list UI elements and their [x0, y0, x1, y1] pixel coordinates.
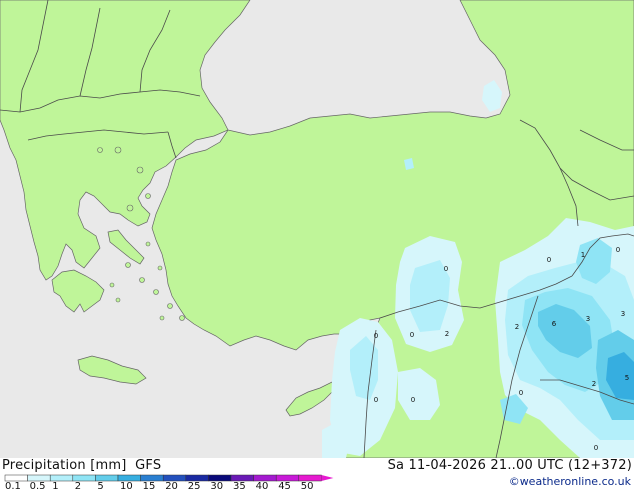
- precip-value-marker: 0: [374, 396, 378, 404]
- precip-value-marker: 6: [552, 320, 557, 328]
- legend-label: 20: [165, 481, 178, 490]
- precip-value-marker: 3: [586, 315, 590, 323]
- precip-value-marker: 0: [547, 256, 551, 264]
- legend-label: 25: [188, 481, 201, 490]
- precip-value-marker: 0: [444, 265, 448, 273]
- precip-value-marker: 0: [411, 396, 415, 404]
- legend-label: 10: [120, 481, 133, 490]
- precip-value-marker: 2: [592, 380, 596, 388]
- precip-value-marker: 0: [616, 246, 620, 254]
- legend-label: 30: [210, 481, 223, 490]
- credit-link[interactable]: ©weatheronline.co.uk: [509, 475, 631, 488]
- precip-value-marker: 0: [594, 444, 598, 452]
- precip-value-marker: 2: [445, 330, 449, 338]
- legend-label: 50: [301, 481, 314, 490]
- legend-labels: 0.1 0.5 1 2 5 10 15 20 25 30 35 40 45 50: [5, 481, 314, 490]
- legend-label: 15: [143, 481, 156, 490]
- precip-value-marker: 2: [515, 323, 519, 331]
- precip-value-marker: 0: [374, 332, 378, 340]
- precip-value-marker: 0: [519, 389, 523, 397]
- legend-label: 0.1: [5, 481, 21, 490]
- legend-label: 1: [52, 481, 58, 490]
- legend-label: 40: [256, 481, 269, 490]
- legend-label: 0.5: [30, 481, 46, 490]
- run-info: Sa 11-04-2026 21..00 UTC (12+372): [387, 458, 632, 473]
- precip-value-marker: 1: [581, 251, 585, 259]
- precip-value-marker: 3: [621, 310, 625, 318]
- legend-overflow-arrow: [321, 475, 334, 481]
- legend-label: 5: [97, 481, 103, 490]
- precipitation-legend: 0.1 0.5 1 2 5 10 15 20 25 30 35 40 45 50: [4, 474, 334, 490]
- legend-label: 45: [278, 481, 291, 490]
- legend-label: 35: [233, 481, 246, 490]
- precipitation-map: 0 0 1 0 0 2 0 2 6 3 3 0 0 0 2 5 0: [0, 0, 634, 459]
- precip-value-marker: 0: [410, 331, 414, 339]
- legend-label: 2: [75, 481, 81, 490]
- precip-value-marker: 5: [625, 374, 629, 382]
